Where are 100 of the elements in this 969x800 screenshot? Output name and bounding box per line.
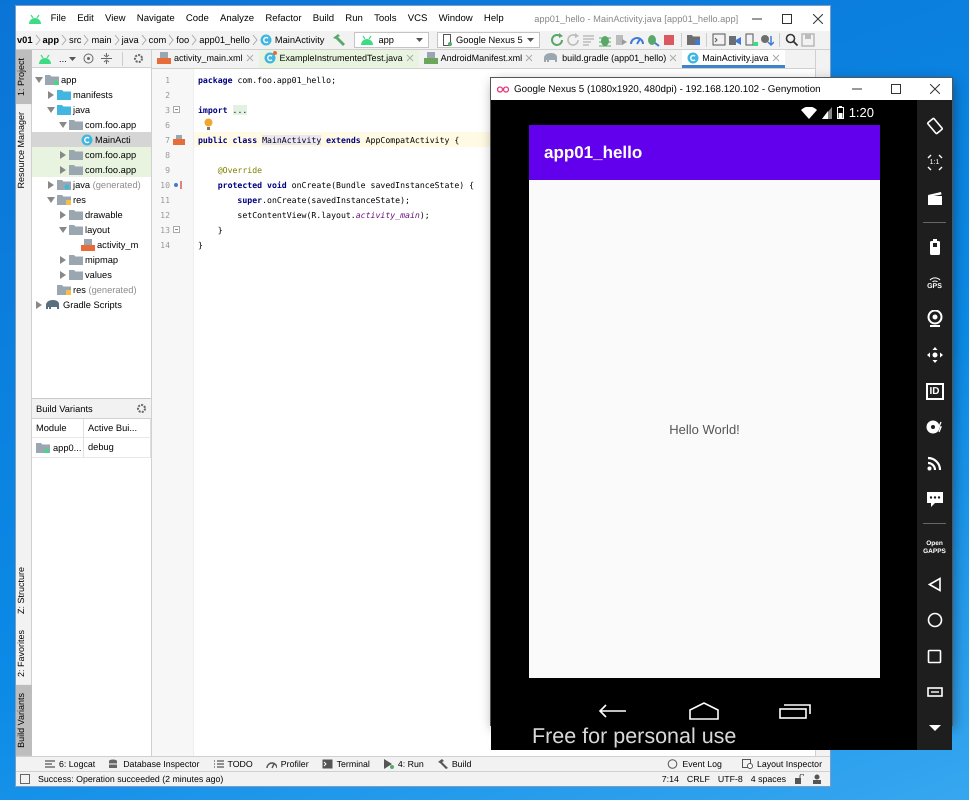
breadcrumb[interactable]: app01_hello <box>199 35 250 45</box>
menu-item[interactable]: Tools <box>372 13 400 24</box>
expand-arrow-icon[interactable] <box>59 210 67 218</box>
breadcrumb[interactable]: app <box>42 35 60 45</box>
clapperboard-icon[interactable] <box>926 191 942 205</box>
menu-item[interactable]: Refactor <box>262 13 304 24</box>
sync-icon[interactable] <box>760 33 774 47</box>
settings-icon[interactable] <box>136 403 147 414</box>
tree-item[interactable]: java <box>73 104 90 114</box>
status-item[interactable]: 7:14 <box>662 774 679 784</box>
menu-item[interactable]: Edit <box>74 13 96 24</box>
tree-item[interactable]: values <box>85 270 112 280</box>
expand-arrow-icon[interactable] <box>47 90 55 98</box>
tool-window-button[interactable]: Event Log <box>667 759 722 769</box>
tree-item[interactable]: MainActi <box>95 134 131 144</box>
menu-item[interactable]: Code <box>183 13 212 24</box>
editor-tab[interactable]: activity_main.xml <box>152 50 259 68</box>
expand-arrow-icon[interactable] <box>47 196 55 204</box>
expand-arrow-icon[interactable] <box>59 270 67 278</box>
tool-window-tab[interactable]: 2: Favorites <box>16 622 32 686</box>
expand-arrow-icon[interactable] <box>59 226 67 234</box>
maximize-icon[interactable] <box>891 84 901 94</box>
layout-file-icon[interactable] <box>173 134 185 144</box>
tree-item[interactable]: layout <box>85 224 110 234</box>
home-icon[interactable] <box>926 612 942 628</box>
tree-item[interactable]: activity_m <box>97 240 138 250</box>
editor-tab[interactable]: AndroidManifest.xml <box>418 50 538 68</box>
target-icon[interactable] <box>82 53 94 64</box>
tool-window-button[interactable]: Terminal <box>322 759 370 769</box>
menu-icon[interactable] <box>926 687 942 697</box>
tree-item[interactable]: drawable <box>85 210 123 220</box>
tool-window-tab[interactable]: 1: Project <box>16 50 32 104</box>
stop-icon[interactable] <box>662 33 676 47</box>
editor-tab[interactable]: build.gradle (app01_hello) <box>538 50 682 68</box>
back-icon[interactable] <box>928 576 942 592</box>
home-icon[interactable] <box>688 702 720 720</box>
inspector-icon[interactable] <box>812 774 822 784</box>
breadcrumb[interactable]: com <box>148 35 166 45</box>
disk-icon[interactable] <box>926 419 944 435</box>
status-item[interactable]: CRLF <box>686 774 710 784</box>
tree-item[interactable]: res <box>73 194 86 204</box>
rotate-icon[interactable] <box>926 117 944 135</box>
tree-item[interactable]: mipmap <box>85 254 118 264</box>
maximize-icon[interactable] <box>782 14 792 24</box>
expand-arrow-icon[interactable] <box>47 180 55 188</box>
device-manager-icon[interactable] <box>728 33 742 47</box>
override-icon[interactable] <box>173 180 183 190</box>
expand-arrow-icon[interactable] <box>59 120 67 128</box>
tree-item[interactable]: java (generated) <box>73 180 141 190</box>
menu-item[interactable]: View <box>102 13 128 24</box>
tool-window-button[interactable]: Build <box>436 759 472 769</box>
tree-item[interactable]: app <box>61 74 77 84</box>
breadcrumb[interactable]: MainActivity <box>274 35 324 45</box>
fold-icon[interactable] <box>173 106 180 113</box>
tool-window-button[interactable]: Layout Inspector <box>742 759 822 769</box>
phone-download-icon[interactable] <box>744 33 758 47</box>
close-icon[interactable] <box>930 84 940 94</box>
device-id-button[interactable]: ID <box>917 373 952 409</box>
tool-window-tab[interactable]: Resource Manager <box>16 104 32 197</box>
menu-item[interactable]: Help <box>481 13 506 24</box>
light-bulb-icon[interactable] <box>204 118 213 130</box>
menu-item[interactable]: Analyze <box>217 13 257 24</box>
settings-icon[interactable] <box>132 53 144 64</box>
tree-item[interactable]: res (generated) <box>73 284 137 294</box>
tool-window-button[interactable]: 6: Logcat <box>44 759 96 769</box>
folder-grid-icon[interactable] <box>686 33 701 47</box>
editor-tab[interactable]: ExampleInstrumentedTest.java <box>258 50 419 68</box>
expand-arrow-icon[interactable] <box>35 300 43 308</box>
device-dropdown[interactable]: Google Nexus 5 <box>436 32 540 48</box>
tree-item[interactable]: Gradle Scripts <box>63 300 122 310</box>
lock-icon[interactable] <box>794 774 804 784</box>
search-icon[interactable] <box>784 33 799 47</box>
breadcrumb[interactable]: main <box>91 35 112 45</box>
expand-arrow-icon[interactable] <box>47 106 55 114</box>
message-icon[interactable] <box>926 490 944 508</box>
view-selector[interactable]: ... <box>59 54 76 64</box>
tree-item[interactable]: manifests <box>73 90 113 100</box>
close-icon[interactable] <box>812 14 823 24</box>
tree-item[interactable]: com.foo.app <box>85 120 136 130</box>
direction-pad-icon[interactable] <box>926 346 944 364</box>
hammer-icon[interactable] <box>332 33 346 47</box>
expand-arrow-icon[interactable] <box>59 256 67 264</box>
recents-icon[interactable] <box>927 648 942 664</box>
tool-window-button[interactable]: Profiler <box>266 759 309 769</box>
fold-icon[interactable] <box>173 226 180 233</box>
status-item[interactable]: 4 spaces <box>750 774 786 784</box>
menu-item[interactable]: Build <box>310 13 337 24</box>
tool-window-button[interactable]: TODO <box>212 759 253 769</box>
expand-arrow-icon[interactable] <box>59 166 67 174</box>
webcam-icon[interactable] <box>926 310 942 328</box>
menu-item[interactable]: Window <box>436 13 476 24</box>
breadcrumb[interactable]: v01 <box>17 35 33 45</box>
menu-item[interactable]: File <box>48 13 69 24</box>
broadcast-icon[interactable] <box>926 455 942 471</box>
tool-window-tab[interactable]: Z: Structure <box>16 559 32 622</box>
run-config-dropdown[interactable]: app <box>354 32 429 48</box>
rerun-icon[interactable] <box>550 33 564 47</box>
expand-arrow-icon[interactable] <box>59 150 67 158</box>
collapse-icon[interactable] <box>100 53 112 64</box>
breadcrumb[interactable]: src <box>69 35 82 45</box>
